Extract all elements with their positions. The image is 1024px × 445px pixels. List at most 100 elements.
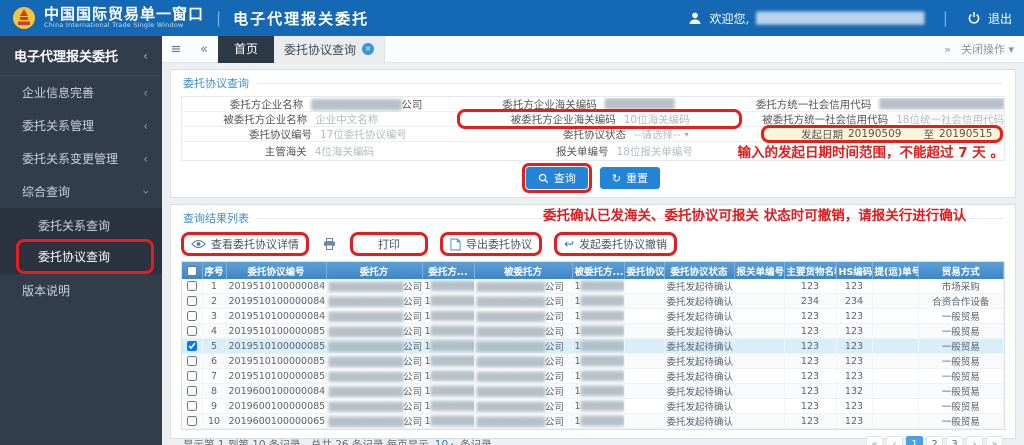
row-checkbox-cell[interactable]	[182, 368, 203, 384]
column-header[interactable]: 主要货物名称	[784, 262, 837, 279]
page-size-select[interactable]: 10 ▴	[435, 439, 454, 445]
agent-uscc-input[interactable]: 18位统一社会信用代码	[894, 112, 1004, 127]
cell-agent_extra: 1███████	[572, 398, 625, 414]
menu-toggle-icon[interactable]: ≡	[162, 42, 190, 57]
column-header[interactable]: 序号	[202, 262, 227, 279]
select-all-cell[interactable]	[182, 262, 203, 279]
row-checkbox-cell[interactable]	[182, 353, 203, 369]
declaration-no-input[interactable]: 18位报关单编号	[615, 144, 738, 159]
column-header[interactable]: 提(运)单号	[872, 262, 919, 279]
cell-client_extra: 1████████	[422, 368, 475, 384]
row-checkbox-cell[interactable]	[182, 279, 203, 294]
pager-page-1[interactable]: 1	[906, 436, 923, 445]
table-row[interactable]: 9 20196001000000859 ████████████公司 1███████…	[182, 398, 1004, 414]
row-checkbox-cell[interactable]	[182, 293, 203, 309]
sidebar-root[interactable]: 电子代理报关委托 ‹	[0, 36, 162, 76]
sidebar-item-comprehensive-query[interactable]: 综合查询 ‹	[0, 175, 162, 208]
cell-agreement_no: 20195101000000846	[226, 279, 327, 294]
table-row[interactable]: 6 20195101000000855 ████████████公司 1███████…	[182, 353, 1004, 369]
row-checkbox-cell[interactable]	[182, 308, 203, 324]
pager-first-button[interactable]: «	[866, 436, 883, 445]
table-row[interactable]: 7 20195101000000856 ████████████公司 1███████…	[182, 368, 1004, 384]
table-row[interactable]: 8 20196001000000843 ████████████公司 1███████…	[182, 383, 1004, 399]
sidebar-item-relation-change-mgmt[interactable]: 委托关系变更管理 ‹	[0, 142, 162, 175]
table-row[interactable]: 5 20195101000000854 ████████████公司 1███████…	[182, 338, 1004, 354]
scroll-tabs-left-icon[interactable]: «	[190, 42, 218, 57]
column-header[interactable]: 报关单编号	[734, 262, 785, 279]
cell-decl_no	[734, 398, 785, 414]
column-header[interactable]: 委托协议编号	[226, 262, 327, 279]
start-date-input[interactable]: 20190509	[848, 128, 913, 140]
column-header[interactable]: 贸易方式	[918, 262, 1004, 279]
agreement-no-input[interactable]: 17位委托协议编号	[318, 127, 470, 142]
close-tab-icon[interactable]: ✕	[362, 43, 375, 55]
row-checkbox[interactable]	[186, 341, 197, 351]
cell-bill	[872, 383, 919, 399]
cell-client_extra: 1████████	[422, 413, 475, 429]
table-row[interactable]: 2 20195101000000845 ████████████公司 1███████…	[182, 293, 1004, 309]
column-header[interactable]: 委托方...	[422, 262, 475, 279]
agent-name-input[interactable]: 企业中文名称	[313, 112, 460, 127]
sidebar-item-agreement-query[interactable]: 委托协议查询	[0, 239, 162, 274]
column-header[interactable]: 委托协议状态	[664, 262, 735, 279]
row-checkbox[interactable]	[186, 371, 197, 381]
sidebar-item-version-notes[interactable]: 版本说明	[0, 274, 162, 307]
select-all-checkbox[interactable]	[186, 265, 197, 276]
row-checkbox[interactable]	[186, 401, 197, 411]
row-checkbox[interactable]	[186, 416, 197, 426]
printer-icon[interactable]	[323, 238, 336, 250]
sidebar-item-relation-mgmt[interactable]: 委托关系管理 ‹	[0, 109, 162, 142]
column-header[interactable]: 被委托方...	[572, 262, 625, 279]
column-header[interactable]: HS编码	[836, 262, 873, 279]
agent-customs-code-label: 被委托方企业海关编码	[510, 113, 616, 126]
row-checkbox[interactable]	[186, 386, 197, 396]
sidebar-item-relation-query[interactable]: 委托关系查询	[0, 210, 162, 241]
logout-button[interactable]: 退出	[988, 10, 1012, 27]
tab-home[interactable]: 首页	[218, 35, 275, 63]
column-header[interactable]: 被委托方	[474, 262, 573, 279]
agent-customs-code-input[interactable]: 10位海关编码	[622, 112, 739, 127]
row-checkbox[interactable]	[186, 356, 197, 366]
pager-next-button[interactable]: ›	[966, 436, 983, 445]
row-checkbox-cell[interactable]	[182, 413, 203, 429]
row-checkbox[interactable]	[186, 311, 197, 321]
close-operations-dropdown[interactable]: 关闭操作 ▾	[961, 41, 1014, 57]
search-button[interactable]: 查询	[521, 163, 592, 193]
row-checkbox[interactable]	[186, 281, 197, 291]
reset-button[interactable]: ↻ 重置	[599, 167, 661, 189]
cell-proto_extra	[624, 413, 665, 429]
cell-no: 1	[202, 279, 227, 294]
row-checkbox-cell[interactable]	[182, 323, 203, 339]
undo-icon: ↩	[564, 237, 575, 251]
revoke-agreement-button[interactable]: ↩ 发起委托协议撤销	[554, 232, 678, 256]
pager-page-2[interactable]: 2	[926, 436, 943, 445]
column-header[interactable]: 委托协议...	[624, 262, 665, 279]
customs-input[interactable]: 4位海关编码	[313, 144, 459, 159]
table-row[interactable]: 3 20195101000000844 ████████████公司 1███████…	[182, 308, 1004, 324]
row-checkbox[interactable]	[186, 296, 197, 306]
tab-agreement-query[interactable]: 委托协议查询 ✕	[274, 35, 386, 63]
row-checkbox-cell[interactable]	[182, 398, 203, 414]
pager-prev-button[interactable]: ‹	[886, 436, 903, 445]
print-button[interactable]: 打印	[350, 232, 428, 256]
agreement-status-select[interactable]: --请选择-- ▾	[632, 127, 760, 142]
pager-page-3[interactable]: 3	[946, 436, 963, 445]
export-agreement-button[interactable]: 导出委托协议	[440, 232, 542, 256]
end-date-input[interactable]: 20190515	[939, 128, 1004, 140]
row-checkbox-cell[interactable]	[182, 383, 203, 399]
sidebar-item-enterprise-info[interactable]: 企业信息完善 ‹	[0, 76, 162, 109]
row-checkbox-cell[interactable]	[182, 338, 203, 354]
column-header[interactable]: 委托方	[326, 262, 423, 279]
pager-last-button[interactable]: »	[986, 436, 1003, 445]
scroll-tabs-right-icon[interactable]: »	[944, 43, 951, 56]
cell-proto_extra	[624, 279, 665, 294]
power-icon[interactable]	[967, 11, 981, 25]
table-row[interactable]: 10 20196001000000658 ████████████公司 1██████…	[182, 413, 1004, 429]
row-checkbox[interactable]	[186, 326, 197, 336]
view-agreement-detail-button[interactable]: 查看委托协议详情	[181, 232, 309, 256]
table-row[interactable]: 4 20195101000000853 ████████████公司 1███████…	[182, 323, 1004, 339]
cell-decl_no	[734, 413, 785, 429]
print-button-label: 打印	[378, 238, 400, 251]
tab-bar: ≡ « 首页 委托协议查询 ✕ » 关闭操作 ▾	[162, 35, 1024, 63]
table-row[interactable]: 1 20195101000000846 ████████████公司 1███████…	[182, 279, 1004, 294]
